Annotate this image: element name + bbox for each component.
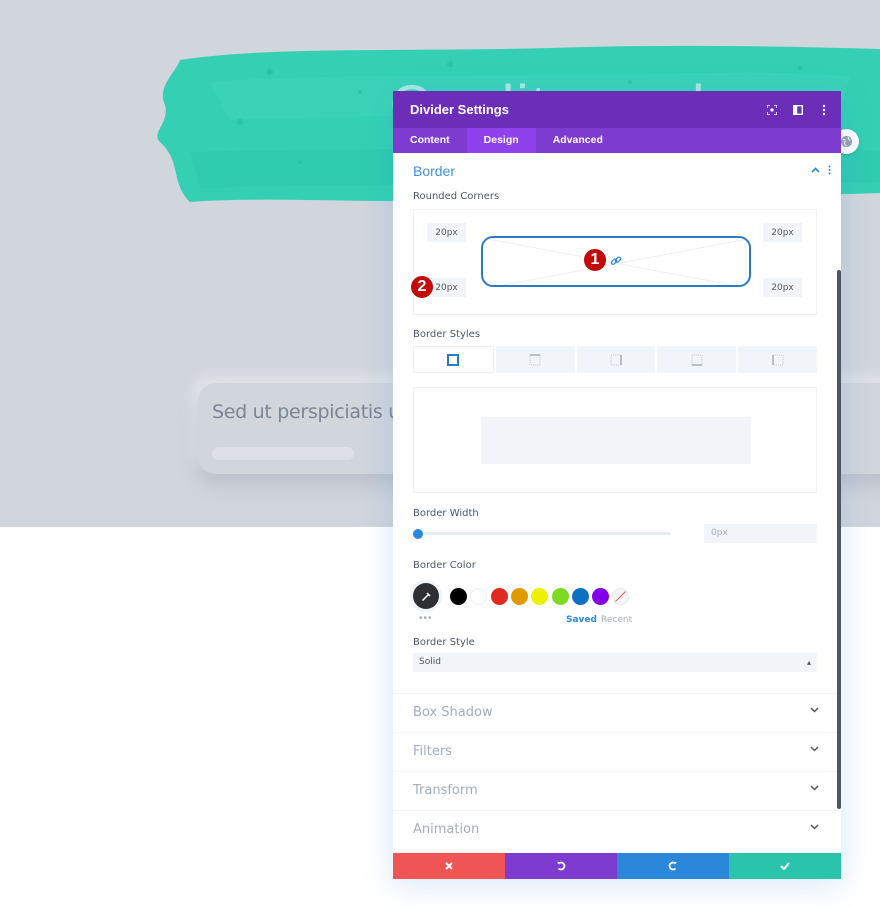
- section-animation[interactable]: Animation: [393, 810, 841, 849]
- border-width-slider[interactable]: [413, 532, 671, 535]
- annotation-marker-1: 1: [583, 248, 607, 272]
- border-style-all-sides[interactable]: [413, 346, 494, 373]
- color-swatch[interactable]: [551, 588, 569, 605]
- chevron-down-icon: [810, 824, 819, 830]
- section-more-icon[interactable]: [828, 165, 831, 175]
- saved-colors-tab[interactable]: Saved: [566, 615, 597, 625]
- border-style-select[interactable]: Solid ▴: [413, 653, 817, 672]
- section-controls: [811, 165, 831, 175]
- rounded-corners-control: 20px 20px 20px 20px 1 2: [410, 209, 817, 315]
- cancel-button[interactable]: [393, 853, 505, 879]
- border-style-bottom[interactable]: [657, 346, 737, 373]
- tab-advanced[interactable]: Advanced: [536, 128, 620, 153]
- right-side-icon: [610, 354, 622, 365]
- more-colors-button[interactable]: •••: [419, 613, 433, 624]
- page: Quality work Sed ut perspiciatis unde om…: [0, 0, 880, 907]
- color-swatch[interactable]: [450, 588, 467, 605]
- undo-button[interactable]: [505, 853, 617, 879]
- chevron-down-icon: [810, 746, 819, 752]
- border-width-input[interactable]: 0px: [704, 524, 817, 543]
- more-options-icon: [822, 104, 826, 115]
- color-swatch[interactable]: [592, 588, 610, 605]
- split-view-icon: [793, 104, 803, 115]
- undo-icon: [557, 861, 566, 871]
- modal-tabs: Content Design Advanced: [393, 128, 841, 153]
- bottom-side-icon: [691, 354, 703, 366]
- split-view-button[interactable]: [785, 91, 811, 128]
- section-transform[interactable]: Transform: [393, 771, 841, 810]
- section-label: Transform: [413, 783, 478, 798]
- tab-content[interactable]: Content: [393, 128, 467, 153]
- chevron-down-icon: [810, 785, 819, 791]
- color-swatch[interactable]: [490, 588, 508, 605]
- modal-footer: [393, 853, 841, 879]
- border-color-label: Border Color: [413, 560, 476, 571]
- section-label: Box Shadow: [413, 705, 493, 720]
- divider-settings-modal: Divider Settings Content Design Advanced…: [393, 91, 841, 879]
- modal-title: Divider Settings: [410, 102, 509, 117]
- annotation-marker-2: 2: [410, 275, 434, 299]
- border-style-label: Border Style: [413, 637, 475, 648]
- check-icon: [780, 862, 790, 870]
- border-styles-label: Border Styles: [413, 329, 481, 340]
- tab-design[interactable]: Design: [466, 128, 536, 153]
- color-swatch[interactable]: [470, 588, 488, 605]
- border-section-title[interactable]: Border: [413, 163, 455, 179]
- border-style-value: Solid: [419, 657, 441, 667]
- border-styles-preview: [413, 387, 817, 493]
- color-picker-button[interactable]: [413, 583, 439, 609]
- redo-icon: [668, 861, 677, 871]
- close-icon: [445, 862, 453, 870]
- left-side-icon: [771, 354, 784, 365]
- section-box-shadow[interactable]: Box Shadow: [393, 693, 841, 732]
- settings-scrollbar[interactable]: [837, 270, 841, 809]
- eyedropper-icon: [421, 591, 431, 601]
- recent-colors-tab[interactable]: Recent: [601, 615, 632, 625]
- fullscreen-icon: [767, 104, 777, 115]
- no-color-swatch[interactable]: [612, 588, 629, 605]
- background-card-divider: [212, 447, 354, 460]
- select-arrows-icon: ▴: [806, 658, 811, 667]
- color-swatch[interactable]: [510, 588, 528, 605]
- section-label: Filters: [413, 744, 452, 759]
- more-options-button[interactable]: [811, 91, 837, 128]
- section-label: Animation: [413, 822, 480, 837]
- top-left-radius-input[interactable]: 20px: [427, 223, 466, 242]
- bottom-right-radius-input[interactable]: 20px: [763, 278, 802, 297]
- chevron-down-icon: [810, 707, 819, 713]
- border-style-right[interactable]: [576, 346, 656, 373]
- border-preview-box: [481, 417, 751, 464]
- rounded-corners-label: Rounded Corners: [413, 191, 500, 202]
- section-filters[interactable]: Filters: [393, 732, 841, 771]
- link-icon[interactable]: [610, 255, 622, 267]
- all-sides-icon: [447, 353, 460, 366]
- border-width-label: Border Width: [413, 508, 479, 519]
- border-style-left[interactable]: [738, 346, 817, 373]
- border-styles-tabs: [413, 346, 817, 373]
- redo-button[interactable]: [617, 853, 729, 879]
- modal-header: Divider Settings: [393, 91, 841, 128]
- color-swatch[interactable]: [531, 588, 549, 605]
- globe-icon: [840, 135, 853, 148]
- settings-content: Border Rounded Corners 20px 20px 20px 20…: [393, 153, 841, 853]
- fullscreen-button[interactable]: [759, 91, 785, 128]
- border-style-top[interactable]: [495, 346, 575, 373]
- color-swatch[interactable]: [571, 588, 589, 605]
- border-width-slider-handle[interactable]: [413, 529, 423, 539]
- chevron-up-icon[interactable]: [811, 167, 820, 173]
- top-side-icon: [529, 353, 541, 365]
- save-button[interactable]: [729, 853, 841, 879]
- top-right-radius-input[interactable]: 20px: [763, 223, 802, 242]
